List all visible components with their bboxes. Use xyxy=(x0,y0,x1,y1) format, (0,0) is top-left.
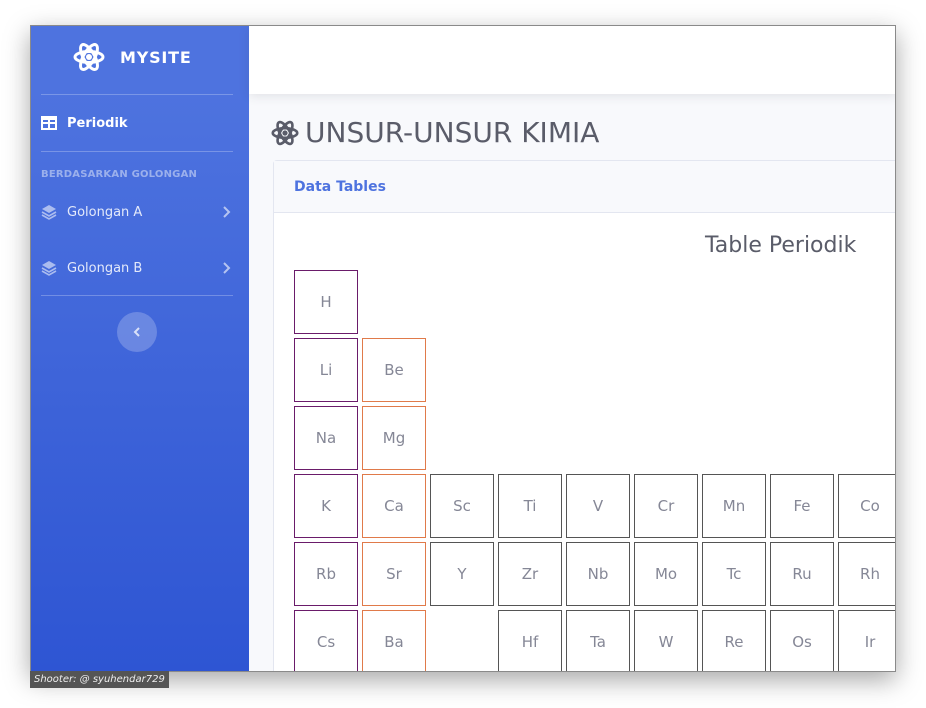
watermark: Shooter: @ syuhendar729 xyxy=(30,671,169,688)
topbar xyxy=(249,26,895,94)
element-cell[interactable]: Os xyxy=(770,610,834,671)
element-cell[interactable]: Fe xyxy=(770,474,834,538)
table-icon xyxy=(41,116,57,130)
chevron-right-icon xyxy=(223,206,231,218)
sidebar-toggle-button[interactable] xyxy=(117,312,157,352)
sidebar-item-label: Golongan A xyxy=(67,204,143,220)
sidebar-divider xyxy=(41,151,233,152)
element-cell[interactable]: Tc xyxy=(702,542,766,606)
chevron-right-icon xyxy=(223,262,231,274)
sidebar-item-golongan-a[interactable]: Golongan A xyxy=(41,194,239,230)
element-cell[interactable]: Hf xyxy=(498,610,562,671)
element-cell[interactable]: Rh xyxy=(838,542,895,606)
element-cell[interactable]: Nb xyxy=(566,542,630,606)
element-cell[interactable]: V xyxy=(566,474,630,538)
app-window: MYSITE Periodik BERDASARKAN GOLONGAN Gol… xyxy=(30,25,896,672)
element-cell[interactable]: Ba xyxy=(362,610,426,671)
element-cell[interactable]: Cs xyxy=(294,610,358,671)
sidebar-item-label: Golongan B xyxy=(67,260,143,276)
element-cell[interactable]: W xyxy=(634,610,698,671)
element-cell[interactable]: Sr xyxy=(362,542,426,606)
card-title: Data Tables xyxy=(294,178,386,195)
element-cell[interactable]: Zr xyxy=(498,542,562,606)
atom-icon xyxy=(271,120,299,145)
element-cell[interactable]: Mn xyxy=(702,474,766,538)
element-cell[interactable]: Y xyxy=(430,542,494,606)
element-cell[interactable]: Rb xyxy=(294,542,358,606)
sidebar-item-label: Periodik xyxy=(67,115,128,131)
layers-icon xyxy=(41,261,57,276)
element-cell[interactable]: Mg xyxy=(362,406,426,470)
element-cell[interactable]: Ti xyxy=(498,474,562,538)
element-cell[interactable]: Ta xyxy=(566,610,630,671)
atom-icon xyxy=(73,43,105,71)
element-cell[interactable]: K xyxy=(294,474,358,538)
element-cell[interactable]: Ir xyxy=(838,610,895,671)
main-content: UNSUR-UNSUR KIMIA Data Tables Table Peri… xyxy=(249,94,895,671)
chevron-left-icon xyxy=(133,327,140,337)
element-cell[interactable]: Be xyxy=(362,338,426,402)
element-cell[interactable]: Mo xyxy=(634,542,698,606)
sidebar-item-periodik[interactable]: Periodik xyxy=(41,105,239,141)
card-header: Data Tables xyxy=(274,161,895,213)
element-cell[interactable]: Re xyxy=(702,610,766,671)
element-cell[interactable]: Cr xyxy=(634,474,698,538)
brand-name: MYSITE xyxy=(120,48,192,67)
element-cell[interactable]: Co xyxy=(838,474,895,538)
page-title: UNSUR-UNSUR KIMIA xyxy=(271,116,599,149)
sidebar-divider xyxy=(41,94,233,95)
element-cell[interactable]: Ru xyxy=(770,542,834,606)
page-title-text: UNSUR-UNSUR KIMIA xyxy=(305,116,600,149)
data-card: Data Tables Table Periodik H Li Be Na Mg K Ca S… xyxy=(273,160,895,671)
element-cell[interactable]: Na xyxy=(294,406,358,470)
element-cell[interactable]: Sc xyxy=(430,474,494,538)
sidebar-item-golongan-b[interactable]: Golongan B xyxy=(41,250,239,286)
layers-icon xyxy=(41,205,57,220)
table-title: Table Periodik xyxy=(705,233,857,258)
element-cell[interactable]: H xyxy=(294,270,358,334)
element-cell[interactable]: Ca xyxy=(362,474,426,538)
sidebar: MYSITE Periodik BERDASARKAN GOLONGAN Gol… xyxy=(31,26,249,671)
sidebar-divider xyxy=(41,295,233,296)
sidebar-heading: BERDASARKAN GOLONGAN xyxy=(41,169,198,180)
element-cell[interactable]: Li xyxy=(294,338,358,402)
brand[interactable]: MYSITE xyxy=(31,26,249,94)
